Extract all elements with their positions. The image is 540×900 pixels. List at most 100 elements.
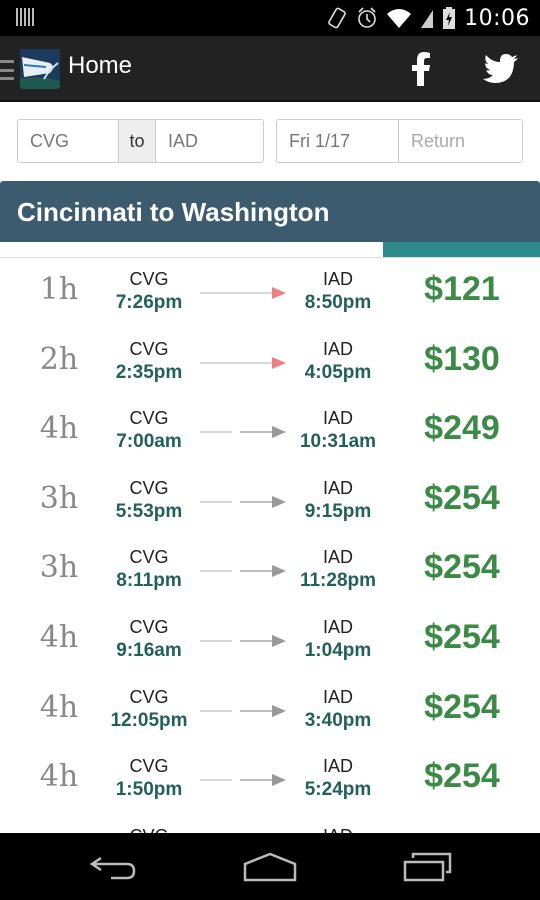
search-form: CVG to IAD Fri 1/17 Return xyxy=(0,104,540,180)
arrival-airport: IAD xyxy=(322,477,353,498)
departure-airport: CVG xyxy=(129,547,169,568)
departure-info: CVG 2:35pm xyxy=(104,338,194,386)
flight-row[interactable]: 3h CVG 8:11pm IAD 11:28pm $254 xyxy=(0,536,540,606)
to-label: to xyxy=(118,120,156,162)
flight-row[interactable]: 4h CVG 1:50pm IAD 5:24pm $254 xyxy=(0,745,540,815)
flight-price: $254 xyxy=(424,617,500,656)
route-arrow-icon xyxy=(200,356,286,369)
departure-time: 7:00am xyxy=(116,431,182,453)
route-arrow-icon xyxy=(200,565,286,578)
route-arrow-icon xyxy=(200,774,286,787)
vibrate-icon xyxy=(328,7,346,29)
date-selector: Fri 1/17 Return xyxy=(276,119,523,163)
progress-fill xyxy=(383,242,540,257)
arrival-info: IAD 3:40pm xyxy=(288,686,388,734)
flight-duration: 4h xyxy=(39,689,79,725)
arrival-info: IAD 1:04pm xyxy=(288,616,388,664)
destination-input[interactable]: IAD xyxy=(156,120,263,162)
back-icon xyxy=(89,856,136,880)
arrival-time: 1:04pm xyxy=(304,639,372,661)
app-logo[interactable] xyxy=(20,49,60,89)
action-bar: Home xyxy=(0,36,540,102)
departure-airport: CVG xyxy=(129,269,169,289)
arrival-time: 11:28pm xyxy=(299,570,377,592)
home-button[interactable] xyxy=(225,841,315,893)
departure-info: CVG 7:26pm xyxy=(104,268,194,316)
notification-icon xyxy=(16,8,34,26)
route-arrow-icon xyxy=(200,287,286,299)
arrival-time: 9:15pm xyxy=(304,500,372,522)
flight-duration: 1h xyxy=(39,272,79,307)
flight-row[interactable]: 2h CVG 2:35pm IAD 4:05pm $130 xyxy=(0,328,540,398)
flight-price: $121 xyxy=(424,270,500,308)
flight-duration: 4h xyxy=(39,619,79,655)
flight-duration: 2h xyxy=(39,341,79,377)
flight-price: $249 xyxy=(424,409,500,448)
departure-airport: CVG xyxy=(129,338,169,359)
origin-input[interactable]: CVG xyxy=(18,120,118,162)
arrival-time: 8:50pm xyxy=(304,292,372,313)
navigation-bar xyxy=(0,833,540,900)
depart-date-input[interactable]: Fri 1/17 xyxy=(277,120,399,162)
arrival-time: 10:31am xyxy=(299,431,377,453)
flight-price: $254 xyxy=(424,548,500,587)
flight-duration: 4h xyxy=(39,411,79,447)
arrival-info: IAD 9:15pm xyxy=(288,477,388,525)
arrival-airport: IAD xyxy=(322,616,353,637)
arrival-airport: IAD xyxy=(322,408,353,429)
flight-price: $254 xyxy=(424,757,500,796)
arrival-info: IAD xyxy=(288,825,388,833)
departure-info: CVG 5:53pm xyxy=(104,477,194,525)
departure-time: 9:16am xyxy=(116,639,182,661)
departure-time: 1:50pm xyxy=(115,779,183,801)
flight-row[interactable]: 4h CVG 9:16am IAD 1:04pm $254 xyxy=(0,606,540,676)
home-icon xyxy=(243,852,297,882)
departure-airport: CVG xyxy=(129,477,169,498)
flight-results-list[interactable]: 1h CVG 7:26pm IAD 8:50pm $121 2h CVG 2:35pm IAD 4:… xyxy=(0,258,540,833)
arrival-info: IAD 11:28pm xyxy=(288,546,388,594)
flight-row[interactable]: 3h CVG 5:53pm IAD 9:15pm $254 xyxy=(0,467,540,537)
departure-info: CVG 12:05pm xyxy=(104,686,194,734)
arrival-time: 5:24pm xyxy=(304,779,372,801)
departure-time: 7:26pm xyxy=(115,292,183,313)
back-button[interactable] xyxy=(68,841,158,893)
arrival-info: IAD 4:05pm xyxy=(288,338,388,386)
arrival-airport: IAD xyxy=(322,269,353,289)
twitter-button[interactable] xyxy=(478,48,524,90)
flight-row[interactable]: CVG IAD xyxy=(0,815,540,833)
departure-info: CVG 7:00am xyxy=(104,407,194,455)
departure-info: CVG xyxy=(104,825,194,833)
wifi-icon xyxy=(387,9,412,28)
flight-row[interactable]: 4h CVG 12:05pm IAD 3:40pm $254 xyxy=(0,676,540,746)
progress-bar xyxy=(0,242,540,258)
page-title: Home xyxy=(68,52,133,79)
flight-price: $130 xyxy=(424,339,500,378)
flight-row[interactable]: 1h CVG 7:26pm IAD 8:50pm $121 xyxy=(0,258,540,328)
recent-apps-button[interactable] xyxy=(383,841,473,893)
arrival-time: 4:05pm xyxy=(304,361,372,383)
arrival-airport: IAD xyxy=(322,338,353,359)
route-arrow-icon xyxy=(200,704,286,717)
route-header: Cincinnati to Washington xyxy=(0,181,540,242)
menu-icon[interactable] xyxy=(0,60,14,80)
departure-airport: CVG xyxy=(129,686,169,707)
arrival-info: IAD 5:24pm xyxy=(288,755,388,803)
departure-airport: CVG xyxy=(104,825,194,833)
departure-time: 5:53pm xyxy=(115,500,183,522)
facebook-button[interactable] xyxy=(400,48,442,90)
arrival-airport: IAD xyxy=(288,825,388,833)
flight-price: $254 xyxy=(424,478,500,517)
flight-duration: 4h xyxy=(39,759,79,795)
departure-time: 8:11pm xyxy=(116,570,182,592)
arrival-airport: IAD xyxy=(322,686,353,707)
arrival-airport: IAD xyxy=(322,756,353,777)
arrival-time: 3:40pm xyxy=(304,709,372,731)
flight-duration: 3h xyxy=(39,550,79,586)
flight-duration: 3h xyxy=(39,480,79,516)
clock: 10:06 xyxy=(464,5,530,31)
flight-row[interactable]: 4h CVG 7:00am IAD 10:31am $249 xyxy=(0,397,540,467)
alarm-icon xyxy=(358,7,376,28)
flight-price: $254 xyxy=(424,687,500,726)
return-date-input[interactable]: Return xyxy=(399,120,522,162)
route-arrow-icon xyxy=(200,495,286,508)
